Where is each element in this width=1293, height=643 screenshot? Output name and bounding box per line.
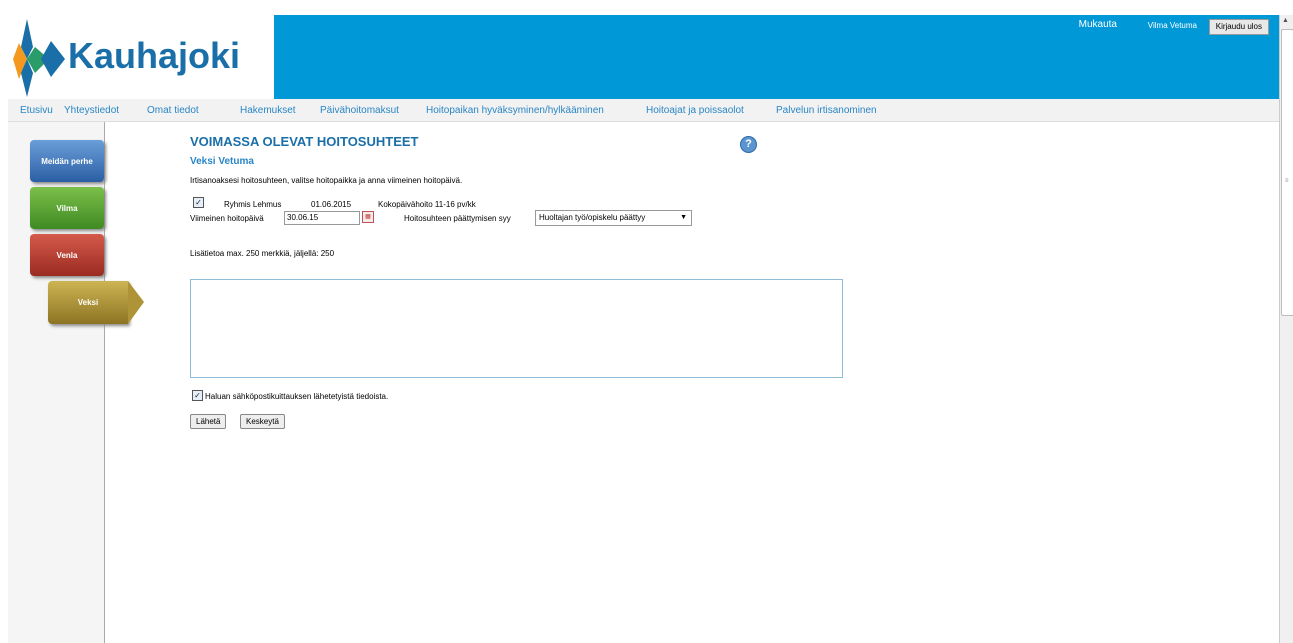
nav-item-applications[interactable]: Hakemukset: [240, 105, 296, 116]
logo[interactable]: Kauhajoki: [8, 15, 274, 99]
calendar-icon[interactable]: ▦: [362, 211, 374, 223]
nav-item-home[interactable]: Etusivu: [20, 105, 53, 116]
child-name: Veksi Vetuma: [190, 156, 254, 167]
sidebar-tab-vilma[interactable]: Vilma: [30, 187, 104, 229]
header-bar: Kauhajoki Mukauta Vilma Vetuma Kirjaudu …: [8, 15, 1279, 99]
scroll-grip-icon: ≡: [1285, 178, 1289, 184]
chevron-down-icon: ▼: [680, 214, 687, 221]
nav-item-own-info[interactable]: Omat tiedot: [147, 105, 199, 116]
vertical-scrollbar[interactable]: ▲ ≡: [1279, 15, 1293, 643]
sidebar-tab-family[interactable]: Meidän perhe: [30, 140, 104, 182]
sidebar-tab-label: Venla: [56, 251, 78, 260]
brand-name: Kauhajoki: [68, 35, 241, 76]
instruction-text: Irtisanoaksesi hoitosuhteen, valitse hoi…: [190, 176, 463, 185]
reason-selected: Huoltajan työ/opiskelu päättyy: [539, 213, 646, 222]
main-nav: Etusivu Yhteystiedot Omat tiedot Hakemuk…: [8, 99, 1279, 122]
active-tab-arrow: [128, 281, 144, 324]
scroll-thumb[interactable]: ≡: [1281, 29, 1293, 316]
page-title: VOIMASSA OLEVAT HOITOSUHTEET: [190, 134, 419, 149]
sidebar-tab-label: Meidän perhe: [41, 157, 93, 166]
last-day-input[interactable]: 30.06.15: [284, 211, 360, 225]
reason-label: Hoitosuhteen päättymisen syy: [404, 214, 511, 223]
question-icon[interactable]: ?: [740, 136, 757, 153]
placement-checkbox[interactable]: ✓: [193, 197, 204, 208]
sidebar-tab-venla[interactable]: Venla: [30, 234, 104, 276]
extra-info-label: Lisätietoa max. 250 merkkiä, jäljellä: 2…: [190, 249, 335, 258]
reason-select[interactable]: Huoltajan työ/opiskelu päättyy ▼: [535, 210, 692, 226]
logout-button[interactable]: Kirjaudu ulos: [1208, 19, 1269, 35]
page: Kauhajoki Mukauta Vilma Vetuma Kirjaudu …: [0, 0, 1279, 643]
send-button[interactable]: Lähetä: [190, 414, 227, 429]
sidebar-divider: [104, 122, 105, 643]
customize-link[interactable]: Mukauta: [1079, 19, 1117, 30]
last-day-label: Viimeinen hoitopäivä: [190, 214, 264, 223]
nav-item-fees[interactable]: Päivähoitomaksut: [320, 105, 399, 116]
user-name: Vilma Vetuma: [1147, 21, 1197, 30]
extra-info-textarea[interactable]: [190, 279, 843, 378]
placement-group: Ryhmis Lehmus: [224, 200, 282, 209]
sidebar-tab-label: Veksi: [77, 298, 99, 307]
nav-item-placement-decision[interactable]: Hoitopaikan hyväksyminen/hylkääminen: [426, 105, 604, 116]
nav-item-care-times[interactable]: Hoitoajat ja poissaolot: [646, 105, 744, 116]
email-confirm-checkbox[interactable]: ✓: [192, 390, 203, 401]
placement-start-date: 01.06.2015: [311, 200, 352, 209]
nav-item-contact[interactable]: Yhteystiedot: [64, 105, 119, 116]
sidebar-tab-veksi[interactable]: Veksi: [48, 281, 128, 324]
placement-care-type: Kokopäivähoito 11-16 pv/kk: [378, 200, 476, 209]
cancel-button[interactable]: Keskeytä: [240, 414, 285, 429]
email-confirm-label: Haluan sähköpostikuittauksen lähetetyist…: [205, 392, 389, 401]
scroll-up-icon[interactable]: ▲: [1282, 17, 1289, 24]
sidebar-tab-label: Vilma: [56, 204, 78, 213]
kauhajoki-logo-icon: [13, 19, 65, 97]
nav-item-termination[interactable]: Palvelun irtisanominen: [776, 105, 877, 116]
